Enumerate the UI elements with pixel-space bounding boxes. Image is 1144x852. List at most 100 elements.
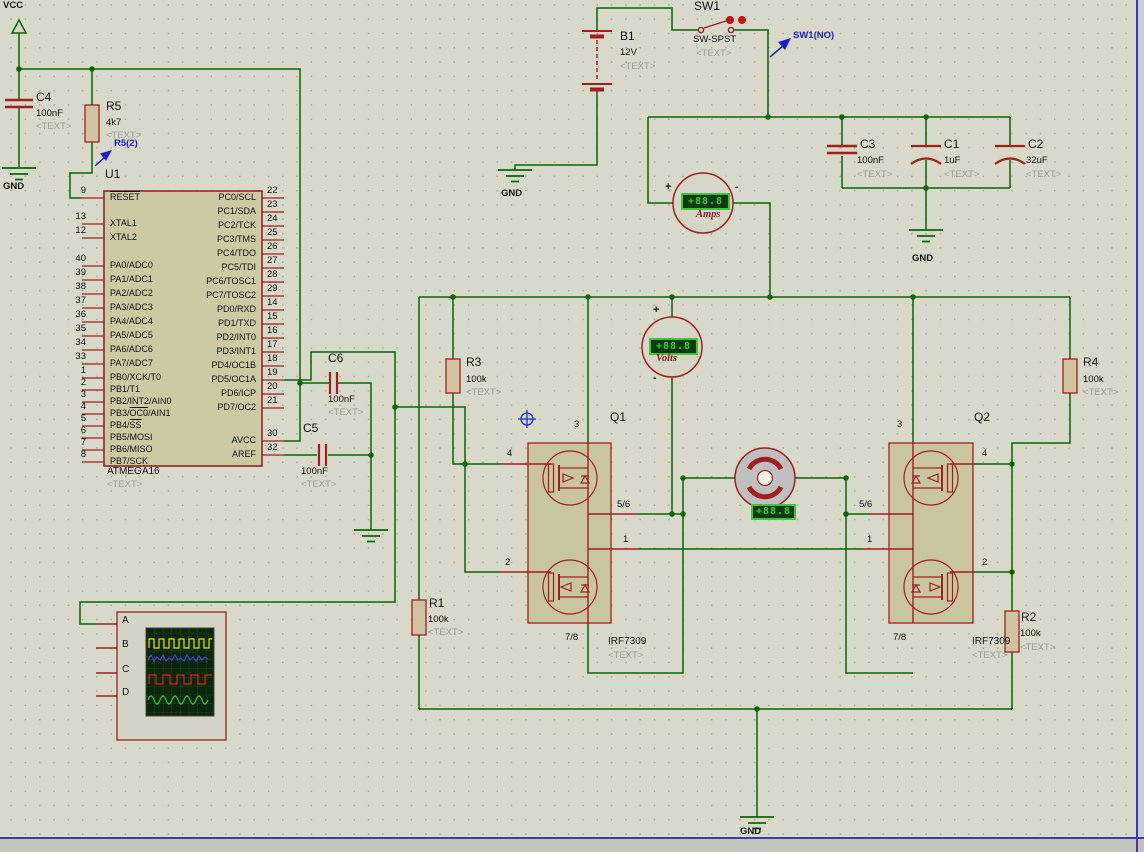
u1-pin-18-number: 18 <box>267 353 297 364</box>
u1-pin-35-number: 35 <box>52 323 86 334</box>
c2-ref[interactable]: C2 <box>1028 138 1043 151</box>
resistor-r4[interactable] <box>1063 359 1077 393</box>
u1-pin-40-number: 40 <box>52 253 86 264</box>
r2-ref[interactable]: R2 <box>1021 611 1036 624</box>
c2-value[interactable]: 32uF <box>1026 156 1048 166</box>
sw1-probe-label[interactable]: SW1(NO) <box>793 31 834 41</box>
u1-pin-32-name: AREF <box>146 449 256 459</box>
u1-pin-15-name: PD1/TXD <box>146 318 256 328</box>
capacitor-c4[interactable] <box>5 100 33 107</box>
r2-placeholder: <TEXT> <box>1020 643 1055 653</box>
q1-ref[interactable]: Q1 <box>610 411 626 424</box>
c1-ref[interactable]: C1 <box>944 138 959 151</box>
r2-value[interactable]: 100k <box>1020 629 1041 639</box>
u1-pin-7-number: 7 <box>52 437 86 448</box>
r5-ref[interactable]: R5 <box>106 100 121 113</box>
u1-pin-28-name: PC6/TOSC1 <box>146 276 256 286</box>
q2-ref[interactable]: Q2 <box>974 411 990 424</box>
u1-pin-30-name: AVCC <box>146 435 256 445</box>
u1-placeholder: <TEXT> <box>107 480 142 490</box>
b1-ref[interactable]: B1 <box>620 30 635 43</box>
u1-pin-5-number: 5 <box>52 413 86 424</box>
gnd-label: GND <box>501 189 522 199</box>
u1-pin-23-name: PC1/SDA <box>146 206 256 216</box>
r1-ref[interactable]: R1 <box>429 597 444 610</box>
c1-placeholder: <TEXT> <box>944 170 979 180</box>
capacitor-c6[interactable] <box>330 372 337 394</box>
probe-cursor-r5[interactable] <box>95 150 112 166</box>
u1-pin-33-number: 33 <box>52 351 86 362</box>
c5-ref[interactable]: C5 <box>303 422 318 435</box>
r5-value[interactable]: 4k7 <box>106 118 121 128</box>
u1-pin-9-name: RESET <box>110 192 140 202</box>
c2-placeholder: <TEXT> <box>1026 170 1061 180</box>
r3-value[interactable]: 100k <box>466 375 487 385</box>
u1-pin-28-number: 28 <box>267 269 297 280</box>
battery-b1[interactable] <box>582 31 612 90</box>
c1-value[interactable]: 1uF <box>944 156 960 166</box>
sw1-placeholder: <TEXT> <box>696 49 731 59</box>
u1-pin-27-number: 27 <box>267 255 297 266</box>
u1-pin-23-number: 23 <box>267 199 297 210</box>
u1-pin-3-number: 3 <box>52 389 86 400</box>
q2-part: IRF7309 <box>972 637 1010 648</box>
mosfet-q1-body[interactable] <box>528 443 611 623</box>
c6-ref[interactable]: C6 <box>328 352 343 365</box>
r1-value[interactable]: 100k <box>428 615 449 625</box>
osc-channel-d-label: D <box>122 688 129 699</box>
vcc-symbol <box>12 20 26 33</box>
vcc-label: VCC <box>3 1 23 11</box>
osc-channel-c-label: C <box>122 665 129 676</box>
r4-placeholder: <TEXT> <box>1083 388 1118 398</box>
u1-ref[interactable]: U1 <box>105 168 120 181</box>
resistor-r1[interactable] <box>412 600 426 635</box>
osc-channel-b-label: B <box>122 640 129 651</box>
c3-ref[interactable]: C3 <box>860 138 875 151</box>
voltmeter-label: Volts <box>656 353 677 364</box>
mosfet-q2-body[interactable] <box>889 443 973 623</box>
resistor-r3[interactable] <box>446 359 460 393</box>
sheet-outer-bottom <box>0 839 1144 852</box>
c4-value[interactable]: 100nF <box>36 109 63 119</box>
oscilloscope[interactable] <box>96 612 226 740</box>
q2-pin3-number: 3 <box>897 420 902 430</box>
q1-pin2-number: 2 <box>505 558 510 568</box>
u1-pin-19-number: 19 <box>267 367 297 378</box>
u1-pin-21-name: PD7/OC2 <box>146 402 256 412</box>
c4-ref[interactable]: C4 <box>36 91 51 104</box>
sheet-border-bottom <box>0 837 1144 839</box>
capacitor-c5[interactable] <box>319 444 326 466</box>
r5-probe-label[interactable]: R5(2) <box>114 139 138 149</box>
q2-placeholder: <TEXT> <box>972 651 1007 661</box>
r4-ref[interactable]: R4 <box>1083 356 1098 369</box>
u1-pin-2-name: PB1/T1 <box>110 384 140 394</box>
sw1-ref[interactable]: SW1 <box>694 0 720 13</box>
r4-value[interactable]: 100k <box>1083 375 1104 385</box>
gnd-label: GND <box>740 827 761 837</box>
c3-value[interactable]: 100nF <box>857 156 884 166</box>
origin-marker-icon <box>518 410 536 428</box>
capacitor-c3[interactable] <box>827 146 857 153</box>
u1-pin-1-number: 1 <box>52 365 86 376</box>
sw1-value[interactable]: SW-SPST <box>693 35 736 45</box>
u1-pin-22-name: PC0/SCL <box>146 192 256 202</box>
c5-value[interactable]: 100nF <box>301 467 328 477</box>
u1-pin-17-number: 17 <box>267 339 297 350</box>
u1-pin-20-name: PD6/ICP <box>146 388 256 398</box>
c6-value[interactable]: 100nF <box>328 395 355 405</box>
motor[interactable] <box>735 448 795 508</box>
c6-placeholder: <TEXT> <box>328 408 363 418</box>
u1-pin-20-number: 20 <box>267 381 297 392</box>
b1-value[interactable]: 12V <box>620 48 637 58</box>
u1-pin-25-number: 25 <box>267 227 297 238</box>
r3-ref[interactable]: R3 <box>466 356 481 369</box>
motor-display: +88.8 <box>751 504 796 520</box>
u1-pin-24-name: PC2/TCK <box>146 220 256 230</box>
probe-cursor-sw1[interactable] <box>770 38 791 57</box>
schematic-drawing <box>0 0 1144 852</box>
ammeter-label: Amps <box>696 209 721 220</box>
u1-pin-8-number: 8 <box>52 449 86 460</box>
resistor-r5[interactable] <box>85 105 99 142</box>
u1-pin-24-number: 24 <box>267 213 297 224</box>
u1-pin-6-number: 6 <box>52 425 86 436</box>
